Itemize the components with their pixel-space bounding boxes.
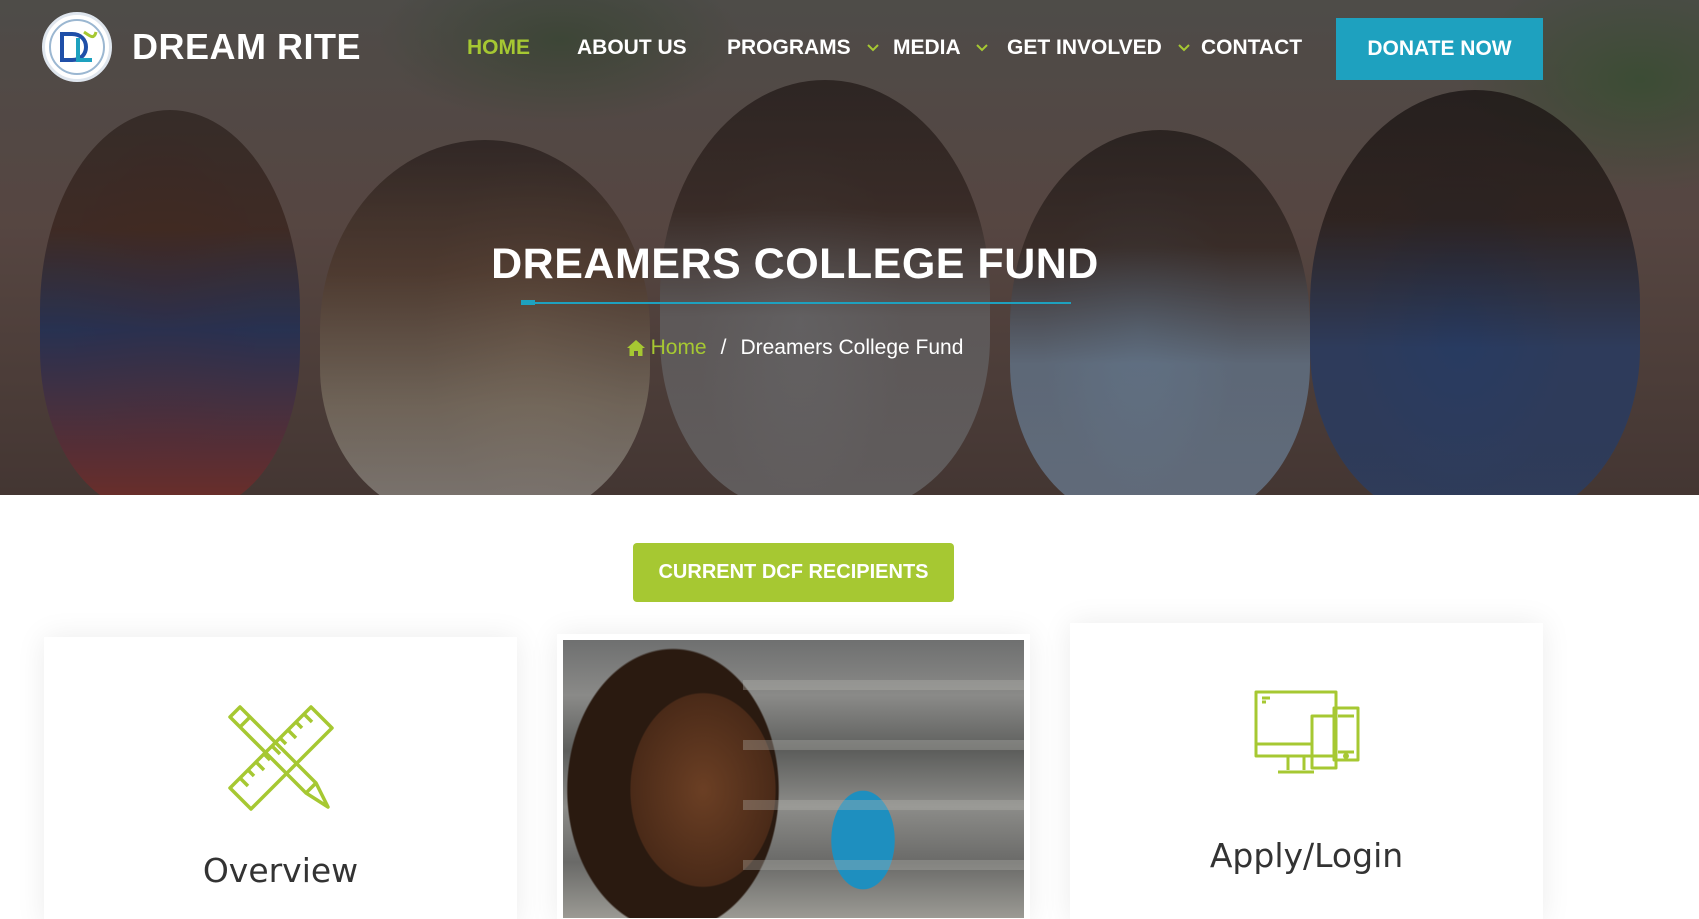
nav-media-label: MEDIA	[893, 36, 960, 59]
breadcrumb: Home / Dreamers College Fund	[0, 336, 1590, 360]
nav-contact[interactable]: CONTACT	[1201, 36, 1302, 60]
current-dcf-recipients-button[interactable]: CURRENT DCF RECIPIENTS	[633, 543, 954, 602]
chevron-down-icon	[866, 44, 879, 52]
overview-card[interactable]: Overview	[44, 637, 517, 919]
nav-home[interactable]: HOME	[467, 36, 530, 60]
title-underline-accent	[521, 300, 535, 305]
apply-login-card[interactable]: Apply/Login	[1070, 623, 1543, 919]
apply-login-title: Apply/Login	[1209, 836, 1404, 875]
breadcrumb-current: Dreamers College Fund	[740, 336, 964, 359]
devices-icon	[1254, 690, 1359, 774]
student-photo	[563, 640, 1024, 918]
pencil-ruler-icon	[227, 705, 334, 811]
page-title: DREAMERS COLLEGE FUND	[491, 240, 1099, 288]
title-underline	[521, 302, 1071, 304]
chevron-down-icon	[976, 44, 988, 52]
breadcrumb-separator: /	[720, 336, 727, 359]
student-photo-card	[557, 634, 1030, 919]
nav-get-involved-label: GET INVOLVED	[1007, 36, 1162, 59]
nav-programs[interactable]: PROGRAMS	[727, 36, 879, 60]
dream-rite-logo-icon	[49, 19, 105, 75]
donate-now-button[interactable]: DONATE NOW	[1336, 18, 1543, 80]
brand-name: DREAM RITE	[132, 26, 361, 67]
nav-programs-label: PROGRAMS	[727, 36, 851, 59]
home-icon	[626, 340, 645, 356]
nav-media[interactable]: MEDIA	[893, 36, 988, 60]
breadcrumb-home-link[interactable]: Home	[626, 336, 707, 360]
nav-about-us[interactable]: ABOUT US	[577, 36, 687, 60]
site-logo[interactable]: DREAM RITE	[42, 12, 361, 82]
breadcrumb-home-label: Home	[650, 336, 707, 359]
logo-badge	[42, 12, 112, 82]
chevron-down-icon	[1177, 44, 1190, 52]
site-header: DREAM RITE HOME ABOUT US PROGRAMS MEDIA …	[0, 0, 1699, 100]
overview-title: Overview	[202, 851, 359, 890]
nav-get-involved[interactable]: GET INVOLVED	[1007, 36, 1190, 60]
